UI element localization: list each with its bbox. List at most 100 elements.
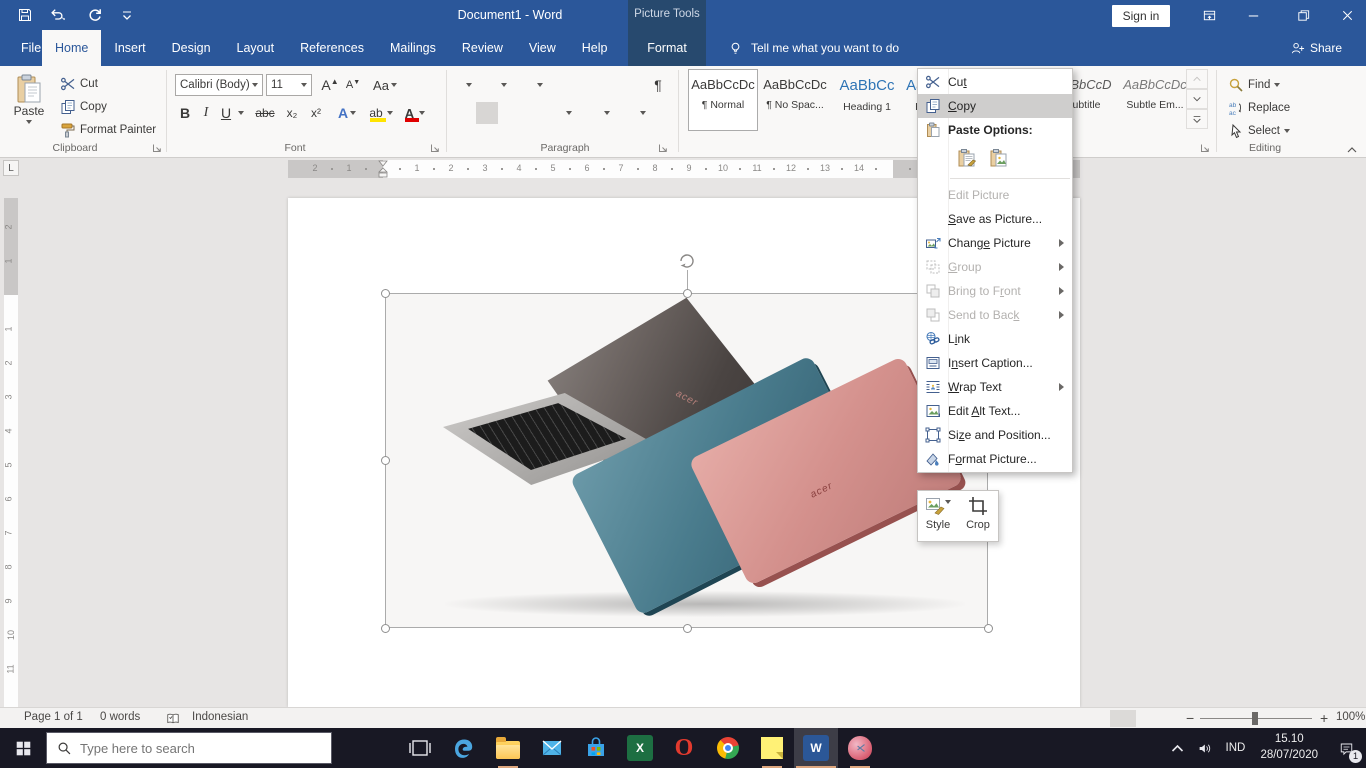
edge-icon[interactable] (442, 728, 486, 768)
shading-button[interactable] (592, 102, 622, 124)
cut-button[interactable]: Cut (60, 73, 98, 95)
paste-picture-icon[interactable] (986, 145, 1012, 171)
zoom-out-icon[interactable]: − (1186, 710, 1194, 726)
styles-scroll-up-icon[interactable] (1186, 69, 1208, 89)
mail-icon[interactable] (530, 728, 574, 768)
menu-item-copy[interactable]: Copy (918, 94, 1072, 118)
task-view-icon[interactable] (398, 728, 442, 768)
tab-home[interactable]: Home (42, 30, 101, 66)
tab-design[interactable]: Design (159, 30, 224, 66)
highlight-color-button[interactable]: ab (366, 102, 396, 124)
styles-more-icon[interactable] (1186, 109, 1208, 129)
undo-icon[interactable] (44, 4, 70, 26)
text-effects-button[interactable]: A (336, 102, 358, 124)
selection-handle[interactable] (984, 624, 993, 633)
multilevel-list-button[interactable] (526, 74, 554, 96)
font-dialog-launcher-icon[interactable] (430, 142, 442, 154)
zoom-in-icon[interactable]: + (1320, 710, 1328, 726)
align-left-button[interactable] (452, 102, 474, 124)
language-tray[interactable]: IND (1218, 728, 1252, 768)
align-right-button[interactable] (500, 102, 522, 124)
paste-button[interactable]: Paste (10, 71, 48, 139)
picture-style-button[interactable]: Style (918, 491, 958, 541)
selection-handle[interactable] (683, 624, 692, 633)
store-icon[interactable] (574, 728, 618, 768)
show-hidden-icons-chevron[interactable] (1164, 728, 1190, 768)
rotation-handle-icon[interactable] (676, 250, 698, 272)
style--no-spac-[interactable]: AaBbCcDc¶ No Spac... (760, 69, 830, 131)
tab-layout[interactable]: Layout (224, 30, 288, 66)
menu-item-wrap-text[interactable]: Wrap Text (918, 375, 1072, 399)
tab-review[interactable]: Review (449, 30, 516, 66)
zoom-level[interactable]: 100% (1336, 711, 1365, 723)
underline-button[interactable]: U (218, 102, 234, 124)
menu-item-cut[interactable]: Cut (918, 70, 1072, 94)
close-icon[interactable] (1330, 2, 1364, 28)
decrease-indent-button[interactable] (562, 74, 584, 96)
volume-icon[interactable] (1190, 728, 1218, 768)
save-icon[interactable] (12, 4, 38, 26)
redo-icon[interactable] (82, 4, 108, 26)
style--normal[interactable]: AaBbCcDc¶ Normal (688, 69, 758, 131)
menu-item-save-as-picture[interactable]: Save as Picture... (918, 207, 1072, 231)
align-center-button[interactable] (476, 102, 498, 124)
borders-button[interactable] (628, 102, 658, 124)
opera-icon[interactable]: O (662, 728, 706, 768)
bullets-button[interactable] (455, 74, 483, 96)
file-explorer-icon[interactable] (486, 728, 530, 768)
excel-icon[interactable]: X (618, 728, 662, 768)
snip-sketch-icon[interactable] (838, 728, 882, 768)
styles-scroll-down-icon[interactable] (1186, 89, 1208, 109)
copy-button[interactable]: Copy (60, 96, 107, 118)
tab-format[interactable]: Format (628, 30, 706, 66)
selection-handle[interactable] (381, 456, 390, 465)
grow-font-button[interactable]: A▲ (320, 74, 340, 96)
bold-button[interactable]: B (176, 102, 194, 124)
ribbon-display-options-icon[interactable] (1192, 2, 1226, 28)
vertical-ruler[interactable]: 211234567891011 (4, 198, 18, 707)
style-heading-1[interactable]: AaBbCcHeading 1 (832, 69, 902, 131)
justify-button[interactable] (524, 102, 546, 124)
word-icon[interactable]: W (794, 728, 838, 768)
font-color-button[interactable]: A (400, 102, 430, 124)
italic-button[interactable]: I (198, 102, 214, 124)
menu-item-format-picture[interactable]: Format Picture... (918, 447, 1072, 471)
taskbar-search-box[interactable] (46, 732, 332, 764)
menu-item-link[interactable]: Link (918, 327, 1072, 351)
show-formatting-marks-button[interactable]: ¶ (648, 74, 668, 96)
read-mode-icon[interactable] (1072, 710, 1098, 727)
tab-stop-selector[interactable]: L (3, 160, 19, 176)
sort-button[interactable]: AZ (620, 74, 642, 96)
action-center-icon[interactable]: 1 (1326, 728, 1366, 768)
indent-markers[interactable] (377, 160, 389, 178)
sign-in-button[interactable]: Sign in (1112, 5, 1170, 27)
menu-item-change-picture[interactable]: Change Picture (918, 231, 1072, 255)
menu-item-edit-alt-text[interactable]: Edit Alt Text... (918, 399, 1072, 423)
menu-item-size-and-position[interactable]: Size and Position... (918, 423, 1072, 447)
tab-view[interactable]: View (516, 30, 569, 66)
word-count[interactable]: 0 words (100, 711, 140, 723)
print-layout-icon[interactable] (1110, 710, 1136, 727)
crop-button[interactable]: Crop (958, 491, 998, 541)
web-layout-icon[interactable] (1150, 710, 1176, 727)
numbering-button[interactable]: 123 (490, 74, 518, 96)
minimize-icon[interactable] (1236, 2, 1270, 28)
page-indicator[interactable]: Page 1 of 1 (24, 711, 83, 723)
sticky-notes-icon[interactable] (750, 728, 794, 768)
chrome-icon[interactable] (706, 728, 750, 768)
find-button[interactable]: Find (1228, 74, 1280, 95)
paragraph-dialog-launcher-icon[interactable] (658, 142, 670, 154)
selection-handle[interactable] (683, 289, 692, 298)
subscript-button[interactable]: x₂ (282, 102, 302, 124)
tab-help[interactable]: Help (569, 30, 621, 66)
tab-references[interactable]: References (287, 30, 377, 66)
underline-dropdown[interactable] (236, 102, 246, 124)
superscript-button[interactable]: x² (306, 102, 326, 124)
styles-dialog-launcher-icon[interactable] (1200, 142, 1212, 154)
increase-indent-button[interactable] (588, 74, 610, 96)
replace-button[interactable]: abac Replace (1228, 97, 1290, 118)
start-button[interactable] (0, 728, 46, 768)
customize-quick-access-icon[interactable] (114, 4, 140, 26)
selection-handle[interactable] (381, 624, 390, 633)
tab-insert[interactable]: Insert (101, 30, 158, 66)
